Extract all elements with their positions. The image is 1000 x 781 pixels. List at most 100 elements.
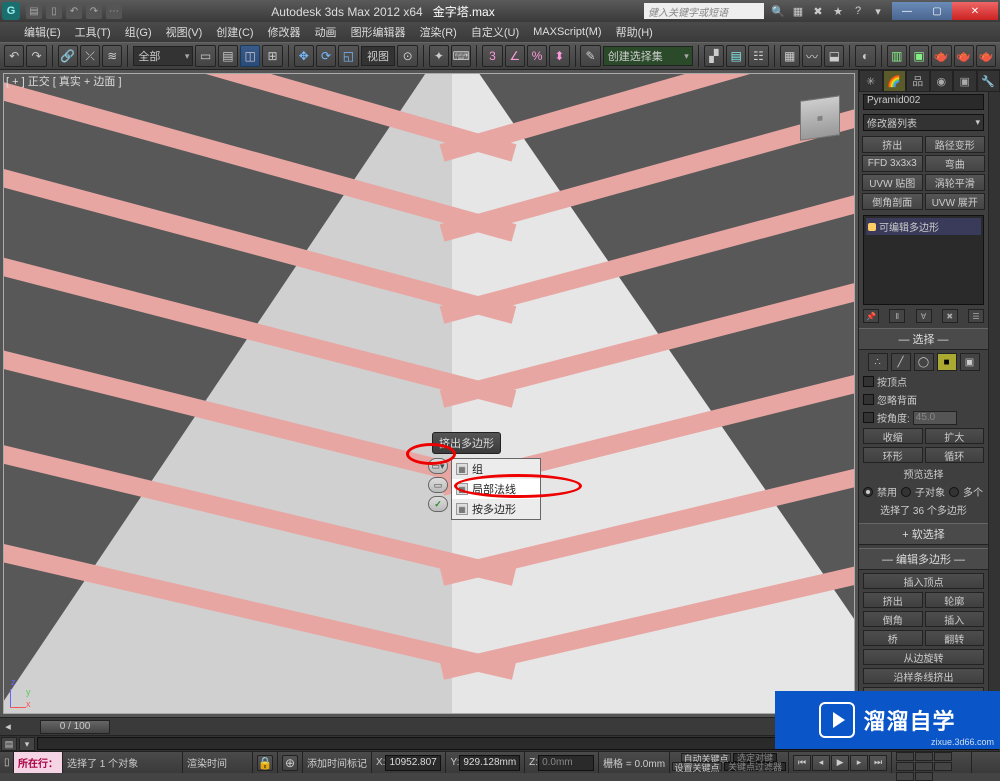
menu-customize[interactable]: 自定义(U): [471, 24, 519, 40]
chk-by-angle[interactable]: [863, 412, 874, 423]
btn-loop[interactable]: 循环: [925, 447, 985, 463]
nav-maximize-icon[interactable]: [934, 762, 952, 771]
caddy-opt-bypoly[interactable]: ▦按多边形: [452, 499, 540, 519]
close-button[interactable]: ✕: [952, 2, 998, 20]
lock-selection-icon[interactable]: 🔒: [257, 755, 273, 771]
viewport-canvas[interactable]: [3, 73, 855, 714]
bind-spacewarp-icon[interactable]: ≋: [102, 45, 122, 67]
stack-item-editable-poly[interactable]: 可编辑多边形: [866, 218, 981, 235]
infocenter-search-icon[interactable]: 🔍: [770, 3, 786, 19]
subscription-icon[interactable]: ▦: [790, 3, 806, 19]
nav-zoom-icon[interactable]: [915, 752, 933, 761]
undo-icon[interactable]: ↶: [4, 45, 24, 67]
caddy-amount-button[interactable]: ▭: [428, 477, 448, 493]
tab-utilities-icon[interactable]: 🔧: [977, 70, 1000, 92]
app-icon[interactable]: G: [2, 2, 20, 20]
play-icon[interactable]: ▶: [831, 755, 849, 771]
btn-inset[interactable]: 插入: [925, 611, 985, 627]
btn-shrink[interactable]: 收缩: [863, 428, 923, 444]
maxscript-mini-icon[interactable]: ▯: [0, 752, 14, 773]
layers-icon[interactable]: ☷: [748, 45, 768, 67]
render-setup-icon[interactable]: ▥: [887, 45, 907, 67]
tab-hierarchy-icon[interactable]: 品: [906, 70, 930, 92]
subobj-edge-icon[interactable]: ╱: [891, 353, 911, 371]
help-search-input[interactable]: 健入关键字或短语: [644, 3, 764, 19]
modbtn-uvwmap[interactable]: UVW 贴图: [862, 174, 923, 191]
configure-sets-icon[interactable]: ☰: [968, 309, 984, 323]
coord-x[interactable]: 10952.807: [385, 755, 441, 771]
qat-new-icon[interactable]: ▤: [26, 3, 42, 19]
menu-create[interactable]: 创建(C): [216, 24, 253, 40]
isolate-icon[interactable]: ⊕: [282, 755, 298, 771]
subobj-border-icon[interactable]: ◯: [914, 353, 934, 371]
select-rotate-icon[interactable]: ⟳: [316, 45, 336, 67]
caddy-opt-localnormal[interactable]: ▦局部法线: [452, 479, 540, 499]
make-unique-icon[interactable]: ∀: [916, 309, 932, 323]
modifier-stack[interactable]: 可编辑多边形: [863, 215, 984, 305]
nav-all-icon[interactable]: [915, 772, 933, 781]
prev-frame-icon[interactable]: ◂: [812, 755, 830, 771]
viewport[interactable]: [ + ] 正交 [ 真实 + 边面 ] ▦: [0, 70, 858, 717]
btn-outline[interactable]: 轮廓: [925, 592, 985, 608]
favorite-icon[interactable]: ★: [830, 3, 846, 19]
menu-group[interactable]: 组(G): [125, 24, 152, 40]
btn-ring[interactable]: 环形: [863, 447, 923, 463]
nav-pan-icon[interactable]: [896, 752, 914, 761]
select-by-name-icon[interactable]: ▤: [218, 45, 238, 67]
exchange-icon[interactable]: ✖: [810, 3, 826, 19]
subobj-vertex-icon[interactable]: ∴: [868, 353, 888, 371]
nav-orbit-icon[interactable]: [915, 762, 933, 771]
subobj-element-icon[interactable]: ▣: [960, 353, 980, 371]
btn-extrude-spline[interactable]: 沿样条线挤出: [863, 668, 984, 684]
modbtn-bend[interactable]: 弯曲: [925, 155, 986, 172]
menu-views[interactable]: 视图(V): [166, 24, 203, 40]
redo-icon[interactable]: ↷: [26, 45, 46, 67]
add-time-tag[interactable]: 添加时间标记: [303, 752, 372, 773]
btn-flip[interactable]: 翻转: [925, 630, 985, 646]
panel-scrollbar[interactable]: [988, 92, 1000, 717]
subobj-polygon-icon[interactable]: ■: [937, 353, 957, 371]
qat-more-icon[interactable]: ⋯: [106, 3, 122, 19]
help-icon[interactable]: ?: [850, 3, 866, 19]
key-filter[interactable]: 关键点过滤器: [724, 762, 786, 771]
qat-redo-icon[interactable]: ↷: [86, 3, 102, 19]
window-crossing-icon[interactable]: ⊞: [262, 45, 282, 67]
qat-undo-icon[interactable]: ↶: [66, 3, 82, 19]
time-slider-handle[interactable]: 0 / 100: [40, 720, 110, 734]
menu-tools[interactable]: 工具(T): [75, 24, 111, 40]
btn-grow[interactable]: 扩大: [925, 428, 985, 444]
menu-animation[interactable]: 动画: [315, 24, 337, 40]
setkey-button[interactable]: 设置关键点: [672, 762, 722, 771]
remove-mod-icon[interactable]: ✖: [942, 309, 958, 323]
modbtn-bevelprofile[interactable]: 倒角剖面: [862, 193, 923, 210]
radio-off[interactable]: [863, 487, 873, 497]
viewcube[interactable]: ▦: [794, 90, 846, 142]
keyboard-shortcut-icon[interactable]: ⌨: [451, 45, 471, 67]
maximize-button[interactable]: ▢: [922, 2, 952, 20]
radio-multi[interactable]: [949, 487, 959, 497]
help-dd-icon[interactable]: ▾: [870, 3, 886, 19]
autokey-button[interactable]: 自动关键点: [681, 753, 731, 762]
named-selection-dropdown[interactable]: 创建选择集: [603, 46, 693, 66]
coord-z[interactable]: 0.0mm: [538, 755, 594, 771]
tab-motion-icon[interactable]: ◉: [930, 70, 954, 92]
snap-toggle-icon[interactable]: 3: [482, 45, 502, 67]
ref-coord-dropdown[interactable]: 视图: [361, 46, 396, 66]
rollout-softsel-header[interactable]: + 软选择: [859, 523, 988, 545]
menu-rendering[interactable]: 渲染(R): [420, 24, 457, 40]
trackbar-toggle-icon[interactable]: ▤: [1, 737, 17, 751]
curve-editor-icon[interactable]: 〰: [802, 45, 822, 67]
trackbar-filter-icon[interactable]: ▾: [19, 737, 35, 751]
rollout-selection-header[interactable]: — 选择 —: [859, 328, 988, 350]
schematic-view-icon[interactable]: ⬓: [824, 45, 844, 67]
tab-create-icon[interactable]: ✳: [859, 70, 883, 92]
minimize-button[interactable]: —: [892, 2, 922, 20]
goto-start-icon[interactable]: ⏮: [793, 755, 811, 771]
nav-region-icon[interactable]: [896, 772, 914, 781]
rendered-frame-icon[interactable]: ▣: [909, 45, 929, 67]
btn-bridge[interactable]: 桥: [863, 630, 923, 646]
show-end-result-icon[interactable]: Ⅱ: [889, 309, 905, 323]
next-frame-icon[interactable]: ▸: [850, 755, 868, 771]
angle-spinner[interactable]: 45.0: [913, 411, 957, 425]
material-editor-icon[interactable]: ◐: [855, 45, 875, 67]
